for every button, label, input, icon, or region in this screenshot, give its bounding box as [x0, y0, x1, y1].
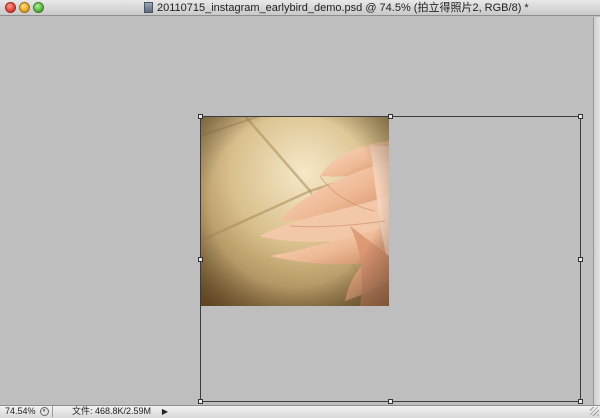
zoom-button[interactable] [33, 2, 44, 13]
vertical-scrollbar[interactable] [593, 17, 600, 405]
transform-handle-bottom-right[interactable] [578, 399, 583, 404]
transform-handle-middle-right[interactable] [578, 257, 583, 262]
transform-handle-top-left[interactable] [198, 114, 203, 119]
transform-handle-top-center[interactable] [388, 114, 393, 119]
photoshop-document-window: 20110715_instagram_earlybird_demo.psd @ … [0, 0, 600, 418]
status-divider [52, 406, 53, 417]
transform-handle-bottom-center[interactable] [388, 399, 393, 404]
document-size-info: 文件: 468.8K/2.59M [72, 406, 152, 416]
document-icon[interactable] [144, 2, 153, 13]
close-button[interactable] [5, 2, 16, 13]
zoom-options-icon[interactable]: ◐ [40, 407, 49, 416]
status-menu-arrow-icon[interactable]: ▶ [160, 406, 170, 417]
title-bar[interactable]: 20110715_instagram_earlybird_demo.psd @ … [0, 0, 600, 16]
zoom-level-field[interactable]: 74.54% [2, 406, 38, 417]
resize-grip-icon[interactable] [590, 407, 599, 416]
transform-handle-middle-left[interactable] [198, 257, 203, 262]
status-bar: 74.54% ◐ 文件: 468.8K/2.59M ▶ [0, 405, 600, 418]
minimize-button[interactable] [19, 2, 30, 13]
transform-handle-bottom-left[interactable] [198, 399, 203, 404]
transform-handle-top-right[interactable] [578, 114, 583, 119]
transform-bounding-box[interactable] [198, 114, 583, 404]
window-title: 20110715_instagram_earlybird_demo.psd @ … [157, 2, 529, 14]
